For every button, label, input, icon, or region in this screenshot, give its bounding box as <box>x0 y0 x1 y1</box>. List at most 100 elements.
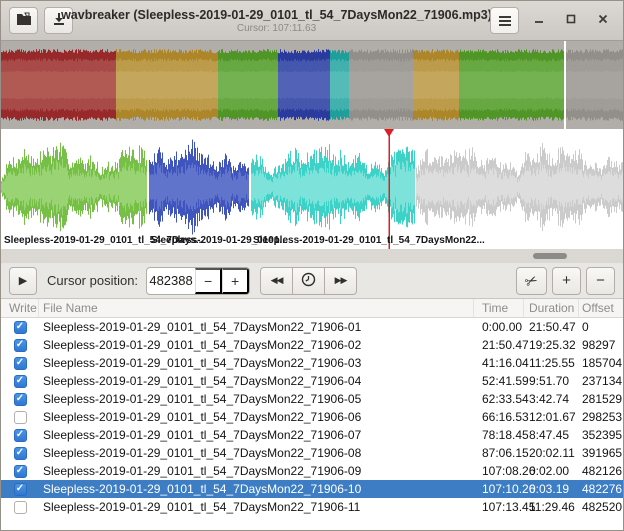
write-checkbox[interactable] <box>14 465 27 478</box>
column-header-offset[interactable]: Offset <box>579 299 623 317</box>
track-file-name: Sleepless-2019-01-29_0101_tl_54_7DaysMon… <box>39 464 474 478</box>
column-header-file-name[interactable]: File Name <box>39 299 474 317</box>
track-row[interactable]: Sleepless-2019-01-29_0101_tl_54_7DaysMon… <box>1 444 623 462</box>
seek-backward-icon: ◀◀ <box>271 275 283 286</box>
write-checkbox[interactable] <box>14 501 27 514</box>
track-file-name: Sleepless-2019-01-29_0101_tl_54_7DaysMon… <box>39 482 474 496</box>
track-offset: 237134 <box>579 374 623 388</box>
add-break-button[interactable]: ✂ <box>516 267 547 295</box>
play-button[interactable]: ▶ <box>9 267 37 295</box>
window-title: wavbreaker (Sleepless-2019-01-29_0101_tl… <box>61 8 492 22</box>
scissors-icon: ✂ <box>522 270 541 292</box>
titlebar-text: wavbreaker (Sleepless-2019-01-29_0101_tl… <box>73 8 480 34</box>
track-offset: 298253 <box>579 410 623 424</box>
seek-backward-button[interactable]: ◀◀ <box>260 267 293 295</box>
track-file-name: Sleepless-2019-01-29_0101_tl_54_7DaysMon… <box>39 392 474 406</box>
track-row[interactable]: Sleepless-2019-01-29_0101_tl_54_7DaysMon… <box>1 318 623 336</box>
track-duration: 9:51.70 <box>524 374 579 388</box>
track-row[interactable]: Sleepless-2019-01-29_0101_tl_54_7DaysMon… <box>1 480 623 498</box>
cursor-position-spinbox: 482388 − + <box>146 267 250 295</box>
seek-button-group: ◀◀ ▶▶ <box>260 267 357 295</box>
overview-waveform-svg <box>1 41 624 129</box>
track-row[interactable]: Sleepless-2019-01-29_0101_tl_54_7DaysMon… <box>1 426 623 444</box>
waveform-overview[interactable] <box>1 41 623 129</box>
track-time: 21:50.47 <box>474 338 524 352</box>
write-checkbox[interactable] <box>14 357 27 370</box>
close-button[interactable] <box>591 9 615 33</box>
track-file-name: Sleepless-2019-01-29_0101_tl_54_7DaysMon… <box>39 320 474 334</box>
track-duration: 0:03.19 <box>524 482 579 496</box>
write-checkbox[interactable] <box>14 411 27 424</box>
write-checkbox[interactable] <box>14 339 27 352</box>
write-checkbox[interactable] <box>14 393 27 406</box>
track-row[interactable]: Sleepless-2019-01-29_0101_tl_54_7DaysMon… <box>1 498 623 516</box>
track-row[interactable]: Sleepless-2019-01-29_0101_tl_54_7DaysMon… <box>1 462 623 480</box>
track-duration: 20:02.11 <box>524 446 579 460</box>
track-offset: 482520 <box>579 500 623 514</box>
cursor-increment-button[interactable]: + <box>222 268 249 294</box>
track-file-name: Sleepless-2019-01-29_0101_tl_54_7DaysMon… <box>39 500 474 514</box>
wavbreaker-window: wavbreaker (Sleepless-2019-01-29_0101_tl… <box>0 0 624 531</box>
track-time: 87:06.15 <box>474 446 524 460</box>
track-file-name: Sleepless-2019-01-29_0101_tl_54_7DaysMon… <box>39 338 474 352</box>
track-time: 0:00.00 <box>474 320 524 334</box>
track-file-name: Sleepless-2019-01-29_0101_tl_54_7DaysMon… <box>39 374 474 388</box>
column-header-time[interactable]: Time <box>474 299 524 317</box>
column-header-write[interactable]: Write <box>1 299 39 317</box>
write-checkbox[interactable] <box>14 321 27 334</box>
track-duration: 12:01.67 <box>524 410 579 424</box>
track-time: 62:33.54 <box>474 392 524 406</box>
zoom-in-button[interactable]: + <box>552 267 581 295</box>
track-offset: 482126 <box>579 464 623 478</box>
track-duration: 8:47.45 <box>524 428 579 442</box>
open-file-button[interactable] <box>9 7 38 34</box>
track-time: 78:18.45 <box>474 428 524 442</box>
track-offset: 0 <box>579 320 623 334</box>
track-duration: 3:42.74 <box>524 392 579 406</box>
app-menu-button[interactable] <box>490 7 519 34</box>
zoom-out-button[interactable]: − <box>586 267 615 295</box>
cursor-position-input[interactable]: 482388 <box>147 268 195 294</box>
document-open-icon <box>16 12 32 29</box>
track-duration: 11:25.55 <box>524 356 579 370</box>
jump-to-time-button[interactable] <box>292 267 325 295</box>
track-row[interactable]: Sleepless-2019-01-29_0101_tl_54_7DaysMon… <box>1 390 623 408</box>
write-checkbox[interactable] <box>14 483 27 496</box>
main-waveform-svg <box>1 129 624 249</box>
track-time: 66:16.53 <box>474 410 524 424</box>
seek-forward-button[interactable]: ▶▶ <box>324 267 357 295</box>
track-duration: 0:02.00 <box>524 464 579 478</box>
track-offset: 281529 <box>579 392 623 406</box>
track-row[interactable]: Sleepless-2019-01-29_0101_tl_54_7DaysMon… <box>1 372 623 390</box>
minimize-button[interactable] <box>527 9 551 33</box>
track-time: 107:08.26 <box>474 464 524 478</box>
maximize-icon <box>565 12 577 30</box>
track-time: 107:10.26 <box>474 482 524 496</box>
scrollbar-thumb[interactable] <box>533 253 567 259</box>
track-offset: 391965 <box>579 446 623 460</box>
hamburger-menu-icon <box>499 16 511 26</box>
headerbar: wavbreaker (Sleepless-2019-01-29_0101_tl… <box>1 1 623 41</box>
track-file-name: Sleepless-2019-01-29_0101_tl_54_7DaysMon… <box>39 428 474 442</box>
write-checkbox[interactable] <box>14 375 27 388</box>
track-file-name: Sleepless-2019-01-29_0101_tl_54_7DaysMon… <box>39 356 474 370</box>
track-row[interactable]: Sleepless-2019-01-29_0101_tl_54_7DaysMon… <box>1 408 623 426</box>
track-list-header: Write File Name Time Duration Offset <box>1 299 623 318</box>
cursor-decrement-button[interactable]: − <box>195 268 222 294</box>
close-icon <box>597 12 609 30</box>
clock-icon <box>301 272 316 290</box>
write-checkbox[interactable] <box>14 429 27 442</box>
track-offset: 482276 <box>579 482 623 496</box>
waveform-scrollbar[interactable] <box>1 249 623 263</box>
track-duration: 19:25.32 <box>524 338 579 352</box>
track-offset: 352395 <box>579 428 623 442</box>
track-row[interactable]: Sleepless-2019-01-29_0101_tl_54_7DaysMon… <box>1 354 623 372</box>
track-duration: 21:50.47 <box>524 320 579 334</box>
waveform-main-view[interactable]: Sleepless-2019-01-29_0101_tl_54_7Days...… <box>1 129 623 249</box>
write-checkbox[interactable] <box>14 447 27 460</box>
track-row[interactable]: Sleepless-2019-01-29_0101_tl_54_7DaysMon… <box>1 336 623 354</box>
minimize-icon <box>533 12 545 30</box>
column-header-duration[interactable]: Duration <box>524 299 579 317</box>
track-duration: 11:29.46 <box>524 500 579 514</box>
maximize-button[interactable] <box>559 9 583 33</box>
